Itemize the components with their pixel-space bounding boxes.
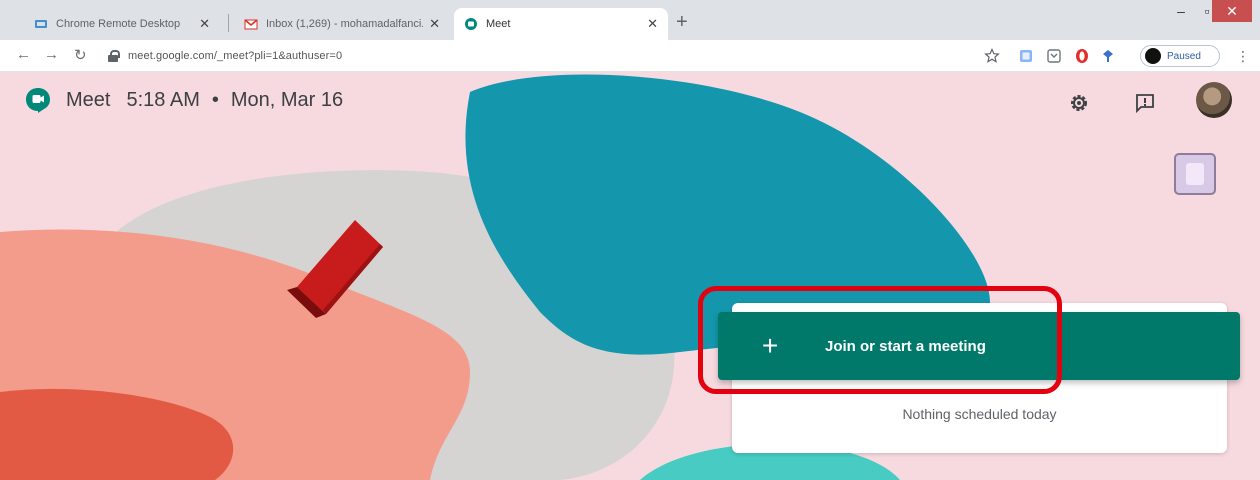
current-date: Mon, Mar 16	[230, 88, 344, 111]
new-tab-button[interactable]: +	[676, 12, 688, 32]
tab-close-icon[interactable]: ✕	[199, 16, 210, 32]
tab-title: Chrome Remote Desktop	[56, 18, 181, 30]
meet-header-brand: Meet 5:18 AM • Mon, Mar 16	[24, 86, 343, 114]
meet-title: Meet	[66, 88, 111, 111]
extension-pocket-icon[interactable]	[1046, 48, 1062, 64]
back-arrow-icon[interactable]: ←	[16, 46, 31, 63]
join-or-start-meeting-button[interactable]: + Join or start a meeting	[718, 312, 1240, 380]
account-avatar[interactable]	[1196, 82, 1232, 118]
reload-icon[interactable]: ↻	[74, 46, 87, 64]
forward-arrow-icon[interactable]: →	[44, 46, 59, 63]
browser-toolbar: ← → ↻ meet.google.com/_meet?pli=1&authus…	[0, 40, 1260, 72]
chrome-menu-icon[interactable]: ⋮	[1236, 49, 1250, 63]
tab-chrome-remote-desktop[interactable]: Chrome Remote Desktop ✕	[24, 8, 220, 40]
tab-strip: Chrome Remote Desktop ✕ Inbox (1,269) - …	[0, 0, 1260, 40]
opera-extension-icon[interactable]	[1074, 48, 1090, 64]
address-bar[interactable]: meet.google.com/_meet?pli=1&authuser=0	[108, 44, 1108, 68]
profile-status-label: Paused	[1167, 50, 1201, 62]
tab-title: Inbox (1,269) - mohamadalfanci...	[266, 18, 424, 30]
meet-favicon	[465, 18, 477, 30]
tab-close-icon[interactable]: ✕	[429, 16, 440, 32]
extension-blue-icon[interactable]	[1100, 48, 1116, 64]
remote-desktop-favicon	[35, 20, 47, 28]
no-meetings-text: Nothing scheduled today	[902, 406, 1057, 422]
extension-doc-icon[interactable]	[1018, 48, 1034, 64]
settings-gear-icon[interactable]	[1068, 92, 1090, 114]
minimize-button[interactable]: –	[1168, 0, 1194, 22]
side-panel-widget[interactable]	[1174, 153, 1216, 195]
plus-icon: +	[761, 330, 779, 361]
meet-page: Meet 5:18 AM • Mon, Mar 16 Nothing sched…	[0, 72, 1260, 480]
time-date-separator: •	[211, 88, 219, 111]
join-button-label: Join or start a meeting	[825, 337, 986, 355]
tab-close-icon[interactable]: ✕	[647, 16, 658, 32]
meet-logo-icon[interactable]	[24, 86, 52, 114]
tab-title: Meet	[486, 18, 511, 30]
url-text: meet.google.com/_meet?pli=1&authuser=0	[128, 50, 343, 62]
profile-paused-button[interactable]: Paused	[1140, 45, 1220, 67]
tab-meet[interactable]: Meet ✕	[454, 8, 668, 40]
current-time: 5:18 AM	[126, 88, 200, 111]
feedback-icon[interactable]	[1134, 92, 1156, 114]
gmail-favicon	[244, 19, 258, 30]
lock-icon	[108, 50, 120, 62]
tab-gmail-inbox[interactable]: Inbox (1,269) - mohamadalfanci... ✕	[234, 8, 450, 40]
window-close-button[interactable]: ✕	[1212, 0, 1252, 22]
bookmark-star-icon[interactable]	[984, 48, 1000, 64]
profile-avatar-icon	[1145, 48, 1161, 64]
